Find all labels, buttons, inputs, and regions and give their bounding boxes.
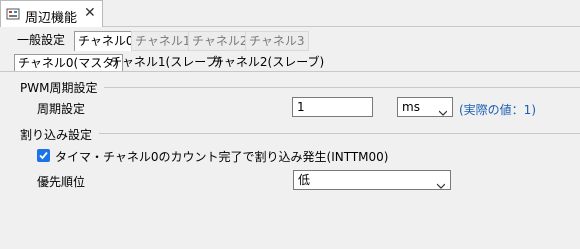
- actual-value-hint: (実際の値：1): [459, 103, 536, 117]
- document-tab-strip: [103, 0, 580, 26]
- document-tab[interactable]: 周辺機能 ✕: [0, 0, 103, 27]
- unit-select-value: ms: [402, 100, 420, 114]
- interrupt-group-rule: [99, 133, 580, 134]
- subtab-channel-1-slave[interactable]: チャネル1(スレーブ): [107, 54, 225, 72]
- unit-select[interactable]: ms: [397, 97, 453, 117]
- close-icon[interactable]: ✕: [84, 5, 96, 21]
- tab-channel-0[interactable]: チャネル0: [74, 31, 138, 51]
- priority-select[interactable]: 低: [293, 170, 451, 190]
- period-label: 周期設定: [37, 102, 86, 116]
- chevron-down-icon: [436, 177, 446, 189]
- priority-select-value: 低: [298, 173, 311, 187]
- interrupt-group-title: 割り込み設定: [20, 128, 93, 142]
- chevron-down-icon: [438, 104, 448, 116]
- tab-channel-2[interactable]: チャネル2: [188, 31, 252, 51]
- pwm-group-title: PWM周期設定: [20, 81, 98, 95]
- document-tab-title: 周辺機能: [25, 11, 78, 26]
- tab-channel-3[interactable]: チャネル3: [245, 31, 309, 51]
- checkmark-icon: [39, 151, 48, 160]
- subtab-channel-2-slave[interactable]: チャネル2(スレーブ): [209, 54, 327, 72]
- tab-strip-divider: [103, 26, 580, 27]
- tab-channel-1[interactable]: チャネル1: [131, 31, 195, 51]
- interrupt-enable-checkbox[interactable]: [37, 149, 50, 162]
- interrupt-enable-label[interactable]: タイマ・チャネル0のカウント完了で割り込み発生(INTTM00): [55, 148, 388, 165]
- subtab-divider: [0, 71, 580, 72]
- priority-label: 優先順位: [37, 175, 86, 189]
- pwm-group-rule: [104, 87, 580, 88]
- peripheral-function-icon: [6, 7, 20, 21]
- tab-general-settings[interactable]: 一般設定: [14, 31, 68, 51]
- period-input[interactable]: 1: [292, 97, 373, 117]
